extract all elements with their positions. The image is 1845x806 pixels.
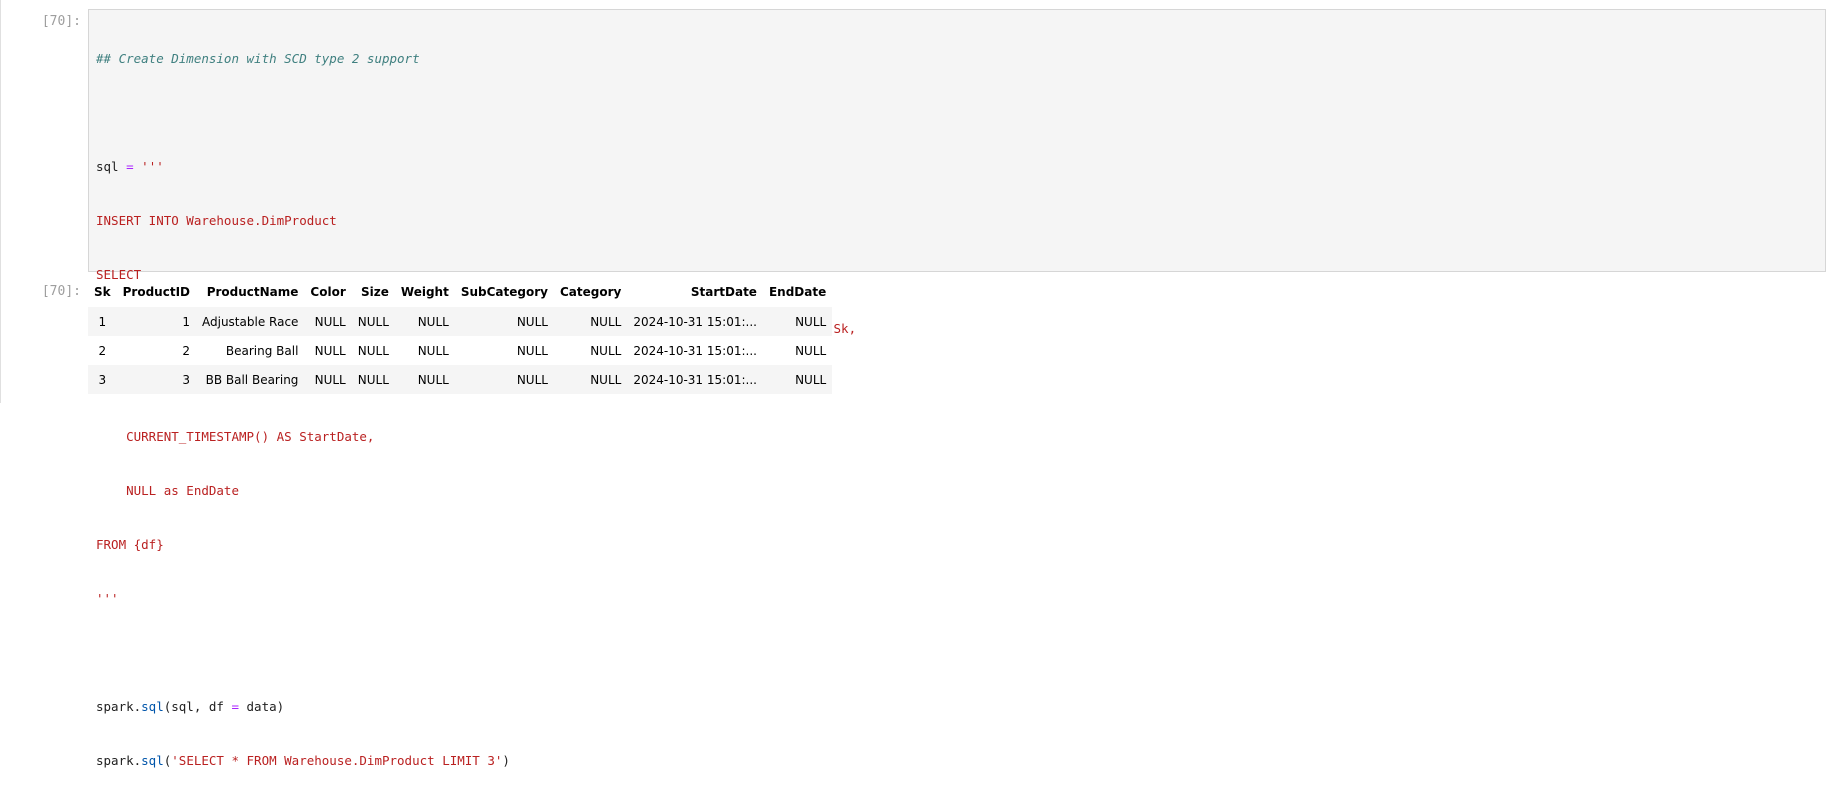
table-cell: NULL (795, 314, 827, 329)
code-comment: ## Create Dimension with SCD type 2 supp… (96, 51, 420, 66)
column-header-subcategory: SubCategory (460, 285, 548, 299)
code-assign-line: sql = ''' (96, 158, 1825, 176)
table-cell: 1 (98, 314, 107, 329)
code-function: sql (141, 753, 164, 768)
code-operator: = (231, 699, 239, 714)
code-quote-open: ''' (141, 159, 164, 174)
code-operator: = (126, 159, 134, 174)
code-args: (sql, df (163, 699, 232, 714)
sql-line: NULL as EndDate (96, 483, 239, 498)
table-cell: NULL (314, 314, 346, 329)
output-prompt: [70]: (41, 284, 81, 299)
code-cell-editor[interactable]: ## Create Dimension with SCD type 2 supp… (88, 9, 1826, 768)
table-cell: NULL (516, 314, 548, 329)
code-block[interactable]: ## Create Dimension with SCD type 2 supp… (89, 10, 1825, 806)
table-cell: 2 (98, 343, 107, 358)
sql-line: FROM {df} (96, 537, 164, 552)
sql-line: INSERT INTO Warehouse.DimProduct (96, 213, 337, 228)
code-args: data) (239, 699, 285, 714)
table-cell: NULL (516, 343, 548, 358)
cell-left-rule (0, 0, 1, 403)
column-header-weight: Weight (400, 285, 449, 299)
table-cell: NULL (417, 372, 449, 387)
code-object: spark. (96, 699, 142, 714)
table-cell: NULL (516, 372, 548, 387)
table-cell: NULL (314, 372, 346, 387)
code-var: sql (96, 159, 119, 174)
table-cell: NULL (795, 343, 827, 358)
table-cell: NULL (357, 372, 389, 387)
table-cell: 2024-10-31 15:01:... (633, 314, 757, 329)
column-header-size: Size (361, 285, 389, 299)
column-header-sk: Sk (94, 285, 111, 299)
table-cell: 2024-10-31 15:01:... (633, 343, 757, 358)
code-paren: ) (502, 753, 510, 768)
table-cell: NULL (357, 314, 389, 329)
code-function: sql (141, 699, 164, 714)
table-cell: NULL (590, 314, 622, 329)
table-cell: 1 (182, 314, 190, 329)
sql-line: CURRENT_TIMESTAMP() AS StartDate, (96, 429, 375, 444)
code-paren: ( (163, 753, 172, 768)
table-cell: 3 (98, 372, 107, 387)
column-header-startdate: StartDate (690, 285, 757, 299)
code-spark-query-line: spark.sql('SELECT * FROM Warehouse.DimPr… (96, 752, 1825, 770)
column-header-productname: ProductName (206, 285, 299, 299)
table-cell: 2 (182, 343, 190, 358)
code-comment-line: ## Create Dimension with SCD type 2 supp… (96, 50, 1825, 68)
table-row: 3 3 BB Ball Bearing NULL NULL NULL NULL … (88, 365, 833, 394)
table-cell: NULL (314, 343, 346, 358)
table-cell: 2024-10-31 15:01:... (633, 372, 757, 387)
table-cell: BB Ball Bearing (205, 372, 299, 387)
column-header-enddate: EndDate (768, 285, 827, 299)
table-cell: Adjustable Race (202, 314, 299, 329)
column-header-productid: ProductID (122, 285, 190, 299)
code-spark-sql-call-line: spark.sql(sql, df = data) (96, 698, 1825, 716)
table-row: 2 2 Bearing Ball NULL NULL NULL NULL NUL… (88, 336, 833, 365)
table-cell: 3 (182, 372, 190, 387)
column-header-category: Category (559, 285, 622, 299)
table-cell: NULL (795, 372, 827, 387)
table-cell: NULL (590, 343, 622, 358)
table-cell: NULL (590, 372, 622, 387)
code-string: 'SELECT * FROM Warehouse.DimProduct LIMI… (171, 753, 503, 768)
table-row: 1 1 Adjustable Race NULL NULL NULL NULL … (88, 307, 833, 336)
table-header-row: Sk ProductID ProductName Color Size Weig… (88, 277, 832, 307)
table-cell: NULL (357, 343, 389, 358)
output-dataframe-table: Sk ProductID ProductName Color Size Weig… (88, 277, 833, 394)
column-header-color: Color (310, 285, 346, 299)
table-cell: NULL (417, 314, 449, 329)
input-prompt: [70]: (41, 14, 81, 29)
code-object: spark. (96, 753, 142, 768)
table-cell: Bearing Ball (225, 343, 299, 358)
code-quote-close: ''' (96, 591, 119, 606)
table-cell: NULL (417, 343, 449, 358)
